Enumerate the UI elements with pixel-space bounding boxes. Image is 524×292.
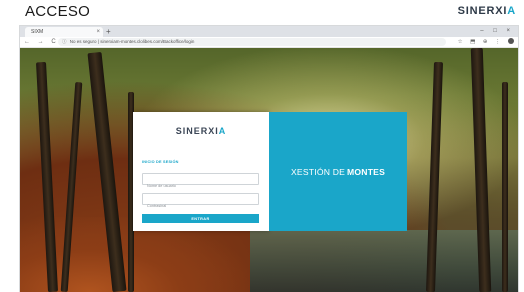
browser-tab[interactable]: SIXM × bbox=[25, 27, 103, 37]
tab-title: SIXM bbox=[31, 29, 44, 35]
window-controls[interactable]: – □ × bbox=[480, 26, 514, 37]
browser-toolbar: ← → C ⓘ No es seguro | sinerxiam-montes.… bbox=[20, 37, 518, 48]
browser-window: SIXM × + – □ × ← → C ⓘ No es seguro | si… bbox=[19, 25, 519, 292]
slide-title: ACCESO bbox=[25, 3, 91, 20]
password-field bbox=[142, 193, 259, 211]
login-logo-main: SINERXI bbox=[175, 126, 219, 136]
extension-icons-glyphs[interactable]: ☆ ⬒ ⊕ ⋮ bbox=[458, 39, 504, 45]
username-field bbox=[142, 173, 259, 191]
login-card: SINERXIA INICIO DE SESIÓN ENTRAR bbox=[133, 112, 269, 231]
enter-button[interactable]: ENTRAR bbox=[142, 214, 259, 223]
new-tab-button[interactable]: + bbox=[106, 26, 111, 37]
brand-logo-main: SINERXI bbox=[457, 5, 508, 17]
profile-avatar-icon[interactable] bbox=[508, 38, 514, 45]
brand-logo: SINERXIA bbox=[458, 5, 516, 17]
page-viewport: SINERXIA INICIO DE SESIÓN ENTRAR XESTIÓN… bbox=[20, 48, 518, 292]
password-input[interactable] bbox=[143, 201, 258, 211]
promo-highlight: MONTES bbox=[347, 166, 386, 177]
address-bar[interactable]: ⓘ No es seguro | sinerxiam-montes.clolib… bbox=[58, 38, 446, 46]
close-tab-icon[interactable]: × bbox=[96, 27, 100, 37]
navigation-buttons[interactable]: ← → C bbox=[24, 37, 59, 47]
login-logo: SINERXIA bbox=[133, 126, 269, 136]
brand-logo-accent: A bbox=[507, 5, 516, 17]
promo-panel: XESTIÓN DE MONTES bbox=[269, 112, 407, 231]
extension-icons[interactable]: ☆ ⬒ ⊕ ⋮ bbox=[458, 37, 514, 47]
info-icon: ⓘ bbox=[62, 39, 67, 44]
tree-trunk bbox=[502, 82, 508, 292]
promo-prefix: XESTIÓN DE bbox=[290, 166, 346, 177]
login-logo-accent: A bbox=[218, 126, 227, 136]
username-input[interactable] bbox=[143, 181, 258, 191]
security-label: No es seguro bbox=[69, 39, 97, 44]
url-text: sinerxiam-montes.clolibes.com/Backoffice… bbox=[100, 39, 195, 44]
login-section-label: INICIO DE SESIÓN bbox=[142, 160, 179, 164]
tab-strip: SIXM × + – □ × bbox=[20, 26, 518, 37]
